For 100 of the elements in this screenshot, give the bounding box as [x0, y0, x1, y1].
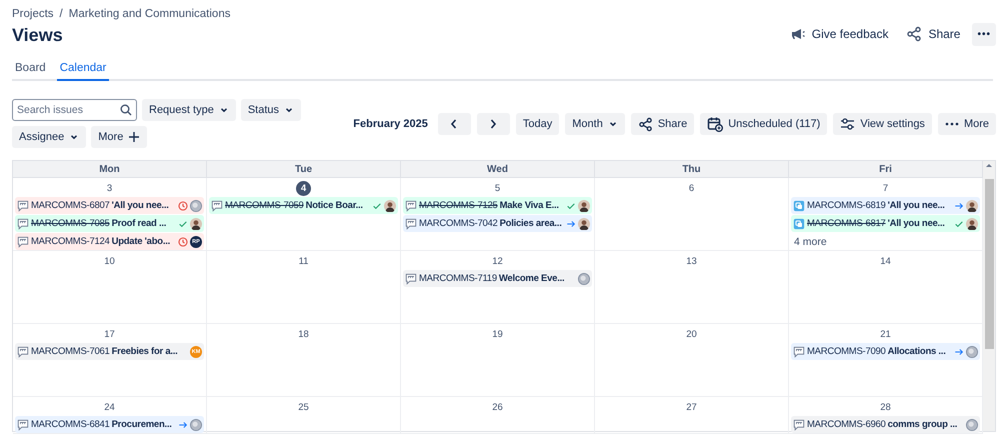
next-button[interactable]	[476, 113, 510, 135]
issue-key: MARCOMMS-7061	[31, 346, 110, 357]
avatar-icon	[190, 200, 202, 212]
view-tab[interactable]: Calendar	[56, 60, 110, 81]
issue-key: MARCOMMS-6960	[807, 419, 886, 430]
avatar-icon	[190, 418, 202, 430]
view-tab[interactable]: Board	[12, 60, 49, 81]
issue-card[interactable]: MARCOMMS-7119 Welcome Eve...	[403, 270, 592, 287]
issue-card[interactable]: MARCOMMS-6960 comms group ...	[791, 416, 980, 433]
chat-bubble-icon	[17, 346, 29, 358]
more-issues-link[interactable]: 4 more	[794, 236, 980, 248]
weekday-header: Fri	[789, 161, 983, 178]
avatar-icon	[190, 218, 202, 230]
day-number: 18	[297, 328, 310, 342]
arrow-right-icon	[954, 346, 964, 356]
issue-title: Freebies for a...	[112, 346, 178, 357]
issue-card[interactable]: MARCOMMS-6819 'All you nee...	[791, 197, 980, 214]
filter-dropdown[interactable]: Assignee	[12, 126, 86, 148]
calendar-icon	[707, 116, 724, 132]
issue-card[interactable]: MARCOMMS-7125 Make Viva E...	[403, 197, 592, 214]
issue-card[interactable]: MARCOMMS-6841 Procuremen...	[15, 416, 204, 433]
issue-key: MARCOMMS-6841	[31, 419, 110, 430]
chat-bubble-icon	[793, 346, 805, 358]
day-number: 28	[879, 401, 892, 415]
issue-key: MARCOMMS-7059	[225, 200, 304, 211]
chat-bubble-icon	[211, 200, 223, 212]
issue-title: comms group ...	[888, 419, 958, 430]
issue-card[interactable]: MARCOMMS-6817 'All you nee...	[791, 215, 980, 232]
chat-bubble-icon	[793, 418, 805, 430]
arrow-right-icon	[178, 420, 188, 430]
issue-key: MARCOMMS-7119	[419, 273, 497, 284]
day-number: 24	[103, 401, 116, 415]
issue-key: MARCOMMS-6807	[31, 200, 110, 211]
scrollbar[interactable]	[983, 161, 995, 431]
search-icon	[120, 104, 132, 116]
avatar-icon	[966, 418, 978, 430]
chevron-right-icon	[488, 118, 498, 130]
day-number: 10	[103, 255, 116, 269]
issue-title: Proof read ...	[112, 218, 166, 229]
day-number: 7	[882, 182, 890, 196]
ellipsis-icon	[944, 122, 959, 126]
checkmark-icon	[566, 200, 576, 210]
avatar-icon	[966, 200, 978, 212]
share-icon	[906, 26, 922, 42]
chat-bubble-icon	[17, 236, 29, 248]
task-icon	[793, 200, 805, 212]
checkmark-icon	[372, 200, 382, 210]
issue-title: 'All you nee...	[888, 218, 945, 229]
plus-icon	[128, 131, 140, 143]
breadcrumb-link[interactable]: Marketing and Communications	[68, 8, 230, 20]
view-settings-button[interactable]: View settings	[833, 113, 932, 135]
chat-bubble-icon	[17, 200, 29, 212]
day-number: 21	[879, 328, 892, 342]
give-feedback-button[interactable]: Give feedback	[784, 22, 894, 46]
day-number: 6	[688, 182, 696, 196]
issue-key: MARCOMMS-7125	[419, 200, 498, 211]
issue-card[interactable]: MARCOMMS-7059 Notice Boar...	[209, 197, 398, 214]
arrow-right-icon	[566, 218, 576, 228]
issue-title: Welcome Eve...	[498, 273, 564, 284]
breadcrumb-link[interactable]: Projects	[12, 8, 54, 20]
share-button[interactable]: Share	[900, 22, 966, 46]
page-title: Views	[12, 25, 64, 46]
issue-card[interactable]: MARCOMMS-6807 'All you nee...	[15, 197, 204, 214]
avatar-icon	[578, 218, 590, 230]
day-number: 4	[296, 181, 311, 196]
share-button[interactable]: Share	[630, 113, 694, 135]
today-button[interactable]: Today	[516, 113, 560, 135]
day-number: 27	[685, 401, 698, 415]
chat-bubble-icon	[405, 272, 417, 284]
task-icon	[793, 218, 805, 230]
issue-title: 'All you nee...	[888, 200, 945, 211]
share-icon	[638, 116, 653, 132]
issue-title: Notice Boar...	[306, 200, 363, 211]
issue-key: MARCOMMS-7090	[807, 346, 886, 357]
more-filters-button[interactable]: More	[91, 126, 148, 148]
day-number: 5	[494, 182, 502, 196]
issue-title: Allocations ...	[888, 346, 946, 357]
search-field[interactable]: Search issues	[12, 99, 137, 121]
avatar-icon	[966, 346, 978, 358]
avatar-icon	[578, 200, 590, 212]
filter-dropdown[interactable]: Request type	[142, 99, 236, 121]
breadcrumb-separator: /	[60, 8, 63, 20]
unscheduled-button[interactable]: Unscheduled (117)	[700, 113, 828, 135]
previous-button[interactable]	[438, 113, 471, 135]
more-options-button[interactable]: •••	[972, 22, 996, 46]
more-button[interactable]: More	[938, 113, 996, 135]
month-dropdown[interactable]: Month	[565, 113, 625, 135]
month-label: February 2025	[353, 118, 428, 130]
issue-card[interactable]: MARCOMMS-7042 Policies area...	[403, 215, 592, 232]
issue-card[interactable]: MARCOMMS-7090 Allocations ...	[791, 343, 980, 360]
day-number: 19	[491, 328, 504, 342]
issue-key: MARCOMMS-6817	[807, 218, 886, 229]
weekday-header: Tue	[207, 161, 401, 178]
day-number: 11	[298, 255, 310, 269]
issue-card[interactable]: MARCOMMS-7085 Proof read ...	[15, 215, 204, 232]
day-number: 25	[297, 401, 310, 415]
arrow-right-icon	[954, 200, 964, 210]
filter-dropdown[interactable]: Status	[240, 99, 302, 121]
checkmark-icon	[954, 218, 964, 228]
avatar-icon	[578, 272, 590, 284]
